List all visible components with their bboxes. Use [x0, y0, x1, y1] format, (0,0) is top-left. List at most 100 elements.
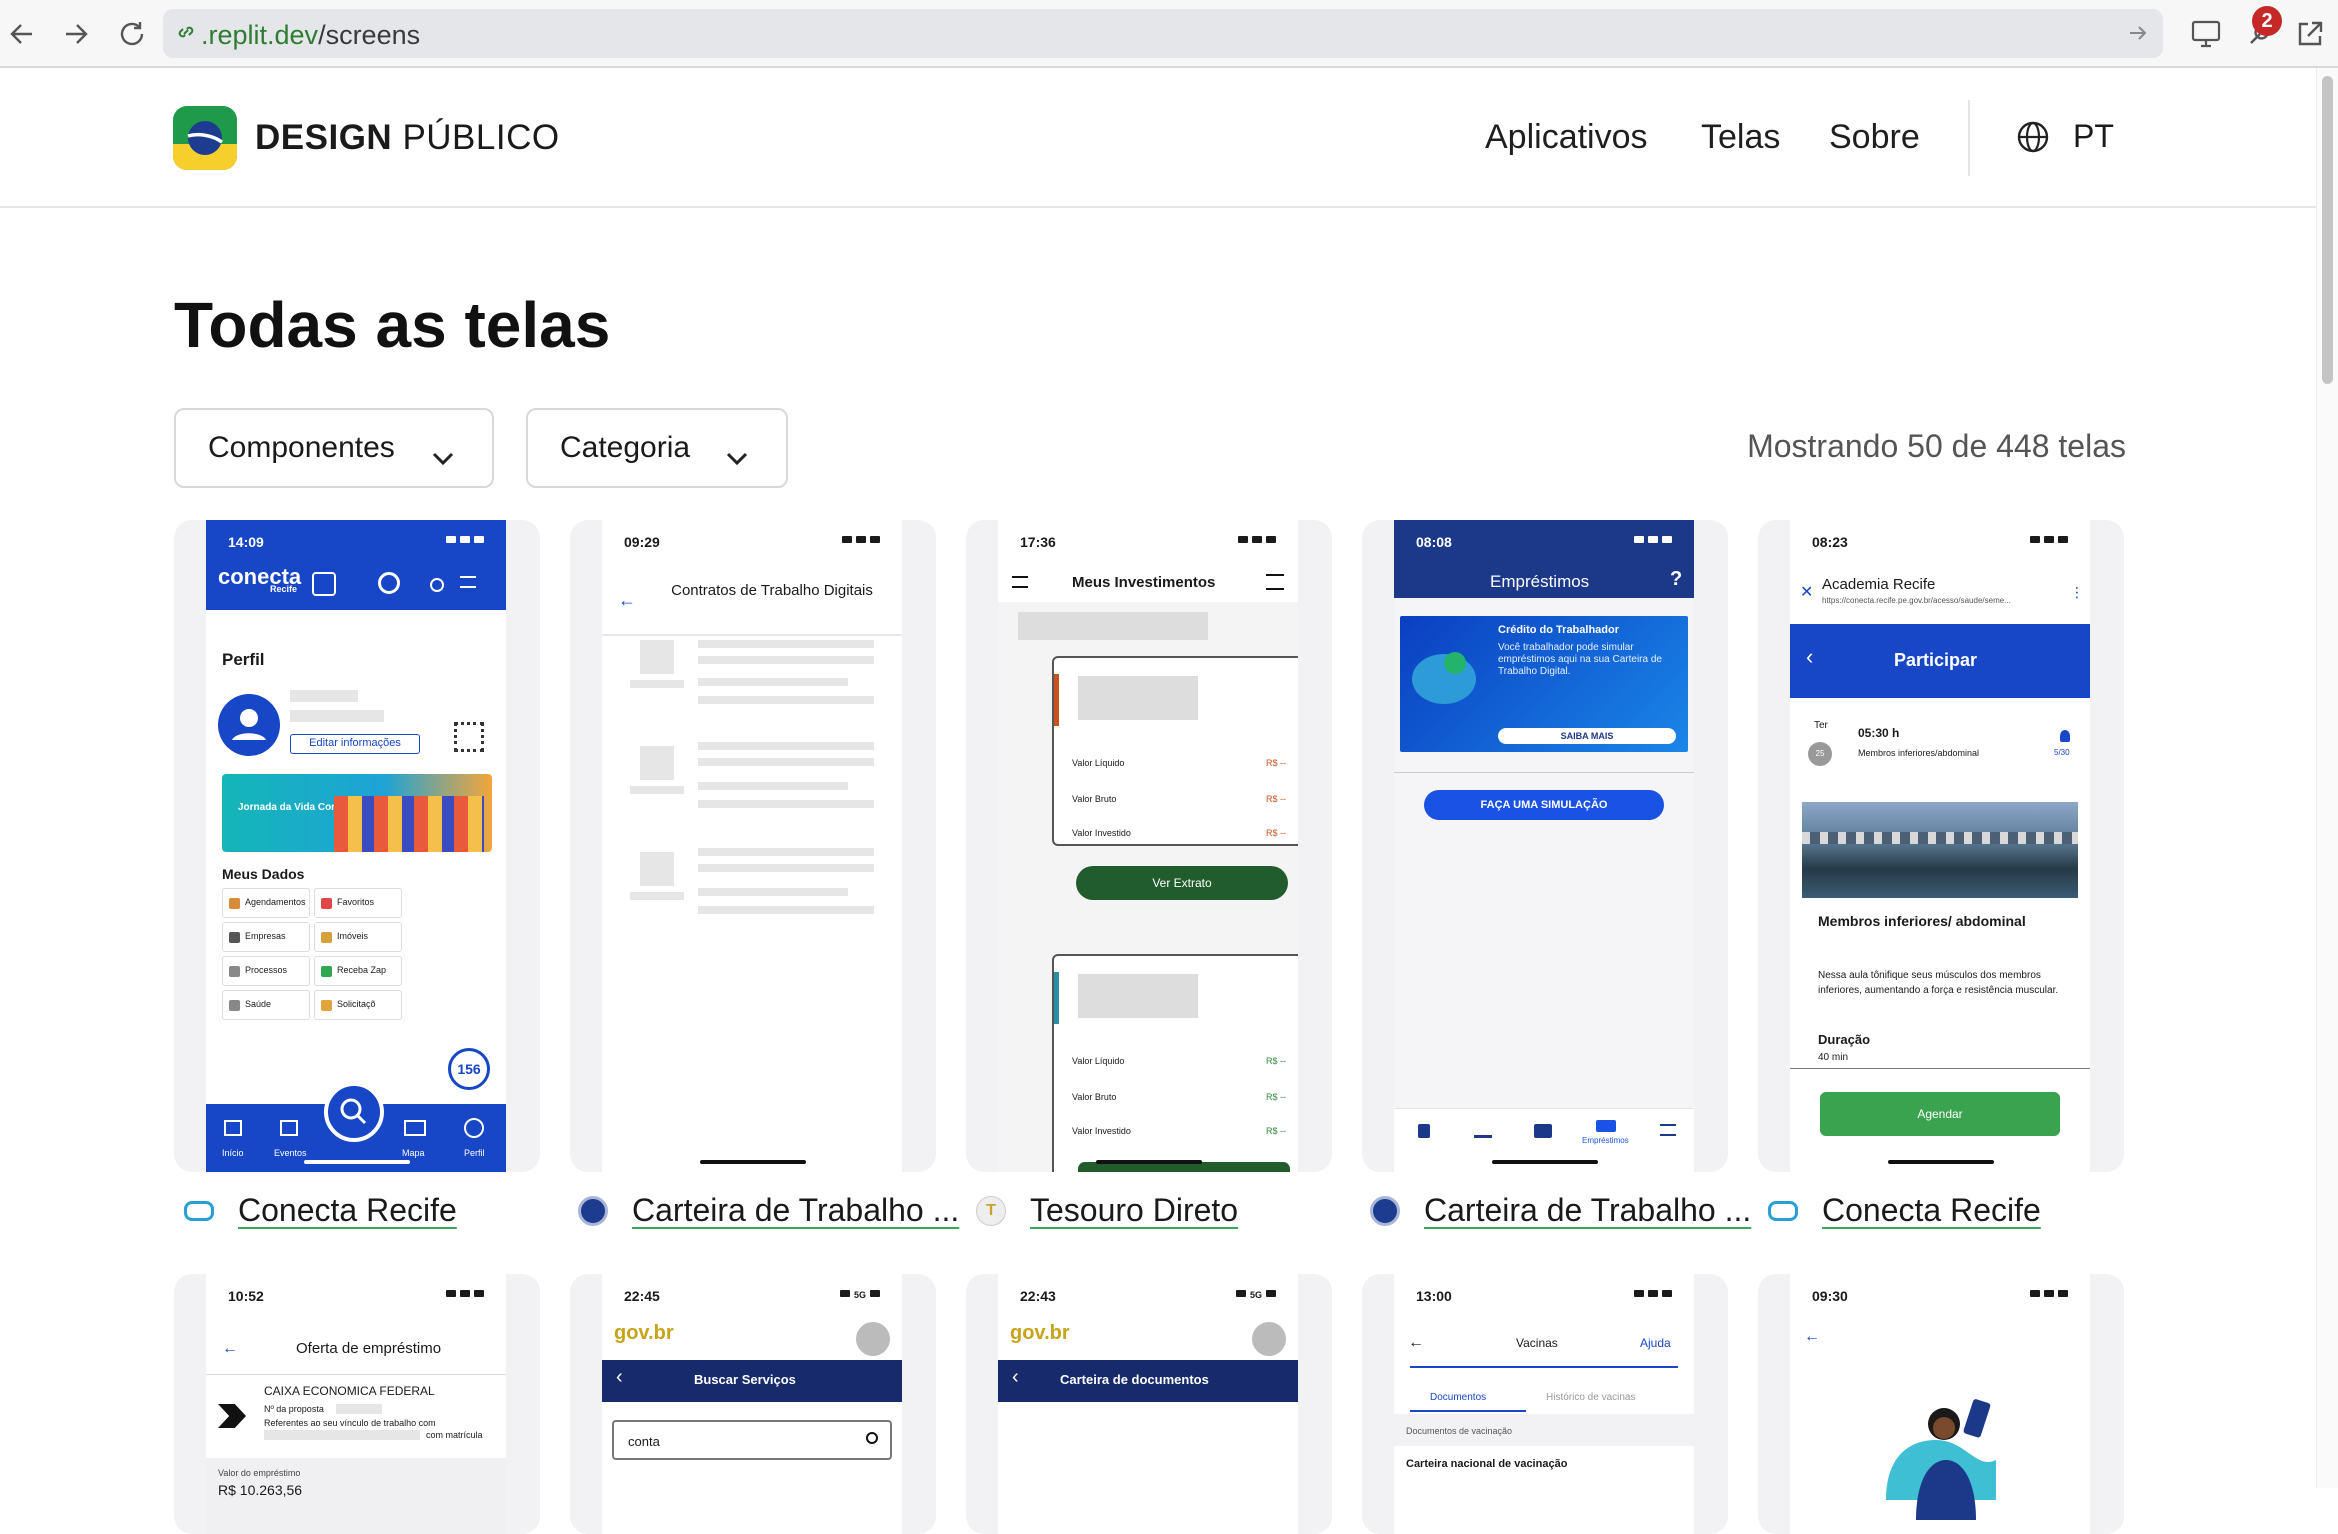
- back-arrow-icon: ‹: [616, 1366, 623, 1388]
- city-seal-icon: [312, 572, 336, 596]
- tab-emprestimos: Empréstimos: [1582, 1136, 1629, 1145]
- qr-code-icon: [454, 722, 484, 752]
- screen-title: Meus Investimentos: [1072, 574, 1216, 591]
- my-data-item-label: Saúde: [245, 999, 272, 1009]
- menu-icon: [1012, 576, 1028, 588]
- brand-name[interactable]: DESIGN PÚBLICO: [255, 118, 560, 158]
- class-description: Nessa aula tônifique seus músculos dos m…: [1818, 970, 2059, 996]
- my-data-item-label: Receba Zap: [337, 965, 387, 975]
- map-icon: [404, 1120, 426, 1136]
- app-link[interactable]: Carteira de Trabalho ...: [632, 1192, 959, 1229]
- reload-icon[interactable]: [112, 14, 152, 54]
- status-time: 09:30: [1812, 1288, 1848, 1304]
- app-link[interactable]: Conecta Recife: [1822, 1192, 2041, 1229]
- address-bar[interactable]: .replit.dev/screens: [163, 9, 2163, 58]
- app-link[interactable]: Carteira de Trabalho ...: [1424, 1192, 1751, 1229]
- back-arrow-icon: ←: [1804, 1328, 1820, 1345]
- loan-tab-icon: [1596, 1120, 1616, 1132]
- status-time: 14:09: [228, 534, 264, 550]
- screen-thumbnail: 08:08 Empréstimos ? Crédito do Trabalhad…: [1394, 520, 1694, 1172]
- my-data-item-label: Solicitaçõ: [337, 999, 376, 1009]
- tab-historico: Histórico de vacinas: [1546, 1392, 1636, 1403]
- screen-card[interactable]: 22:45 5G gov.br ‹ Buscar Serviços conta: [570, 1274, 936, 1534]
- screen-thumbnail: 22:45 5G gov.br ‹ Buscar Serviços conta: [602, 1274, 902, 1534]
- browser-title: Academia Recife: [1822, 576, 1936, 593]
- go-arrow-icon[interactable]: [2127, 22, 2149, 49]
- open-new-tab-icon[interactable]: [2290, 14, 2330, 54]
- app-link[interactable]: Tesouro Direto: [1030, 1192, 1238, 1229]
- my-data-item-icon: [321, 1000, 332, 1011]
- person-with-phone-illustration: [1876, 1390, 2006, 1520]
- screen-thumbnail: 13:00 ← Vacinas Ajuda Documentos Históri…: [1394, 1274, 1694, 1534]
- page-scrollbar[interactable]: [2316, 68, 2338, 1488]
- close-icon: ✕: [1800, 584, 1814, 601]
- briefcase-tab-icon: [1534, 1124, 1552, 1138]
- conectada-icon: [378, 572, 400, 594]
- screen-caption: Conecta Recife: [184, 1192, 457, 1229]
- globe-icon[interactable]: [2016, 120, 2050, 159]
- my-data-item: Saúde: [222, 990, 310, 1020]
- edit-info-button: Editar informações: [290, 734, 420, 754]
- my-data-item-label: Favoritos: [337, 897, 375, 907]
- my-data-item-label: Processos: [245, 965, 288, 975]
- back-icon[interactable]: [2, 14, 42, 54]
- help-link: Ajuda: [1640, 1336, 1671, 1350]
- screen-card[interactable]: 09:29 ← Contratos de Trabalho Digitais: [570, 520, 936, 1172]
- my-data-item: Solicitaçõ: [314, 990, 402, 1020]
- section-title: Perfil: [222, 650, 265, 669]
- govbr-logo: gov.br: [614, 1322, 674, 1344]
- my-data-item-icon: [229, 1000, 240, 1011]
- notification-badge: 2: [2252, 6, 2282, 36]
- device-preview-icon[interactable]: [2186, 14, 2226, 54]
- screen-title: Contratos de Trabalho Digitais: [671, 582, 873, 599]
- screen-card[interactable]: 10:52 ← Oferta de empréstimo CAIXA ECONO…: [174, 1274, 540, 1534]
- nav-telas[interactable]: Telas: [1701, 118, 1780, 157]
- componentes-filter-label: Componentes: [208, 431, 395, 464]
- back-arrow-icon: ←: [618, 590, 636, 610]
- screen-caption: Conecta Recife: [1768, 1192, 2041, 1229]
- my-data-item-icon: [321, 932, 332, 943]
- screen-title: Participar: [1894, 650, 1978, 670]
- tab-documentos: Documentos: [1430, 1392, 1487, 1403]
- categoria-filter[interactable]: Categoria: [526, 408, 788, 488]
- back-arrow-icon: ‹: [1806, 644, 1814, 669]
- screen-card[interactable]: 08:08 Empréstimos ? Crédito do Trabalhad…: [1362, 520, 1728, 1172]
- forward-icon[interactable]: [56, 14, 96, 54]
- scrollbar-thumb[interactable]: [2322, 76, 2333, 384]
- my-data-item-icon: [229, 966, 240, 977]
- status-time: 08:08: [1416, 534, 1452, 550]
- filter-icon: [1266, 574, 1284, 590]
- search-fab: [324, 1082, 384, 1142]
- status-time: 08:23: [1812, 534, 1848, 550]
- language-selector[interactable]: PT: [2073, 118, 2114, 155]
- screen-card[interactable]: 08:23 ✕ Academia Recife https://conecta.…: [1758, 520, 2124, 1172]
- tab-perfil: Perfil: [464, 1148, 485, 1158]
- tesouro-app-icon: T: [976, 1195, 1006, 1226]
- screen-card[interactable]: 09:30 ←: [1758, 1274, 2124, 1534]
- componentes-filter[interactable]: Componentes: [174, 408, 494, 488]
- gym-photo: [1802, 802, 2078, 898]
- nav-aplicativos[interactable]: Aplicativos: [1485, 118, 1648, 157]
- avatar: [218, 694, 280, 756]
- nav-sobre[interactable]: Sobre: [1829, 118, 1920, 157]
- govbr-logo: gov.br: [1010, 1322, 1070, 1344]
- chevron-down-icon: [432, 440, 454, 474]
- tab-inicio: Início: [222, 1148, 244, 1158]
- brazil-flag-logo[interactable]: [173, 106, 237, 170]
- screen-card[interactable]: 14:09 conecta Recife Perfil Editar infor…: [174, 520, 540, 1172]
- carteira-app-icon: [578, 1195, 608, 1226]
- screen-card[interactable]: 13:00 ← Vacinas Ajuda Documentos Históri…: [1362, 1274, 1728, 1534]
- status-time: 13:00: [1416, 1288, 1452, 1304]
- conecta-app-icon: [184, 1196, 214, 1226]
- back-arrow-icon: ‹: [1012, 1366, 1019, 1388]
- my-data-item: Receba Zap: [314, 956, 402, 986]
- menu-tab-icon: [1660, 1124, 1676, 1136]
- app-link[interactable]: Conecta Recife: [238, 1192, 457, 1229]
- caixa-logo: [218, 1404, 246, 1428]
- avatar: [1252, 1322, 1286, 1356]
- my-data-item: Favoritos: [314, 888, 402, 918]
- screen-card[interactable]: 22:43 5G gov.br ‹ Carteira de documentos: [966, 1274, 1332, 1534]
- my-data-item-label: Empresas: [245, 931, 286, 941]
- browser-url: https://conecta.recife.pe.gov.br/acesso/…: [1822, 596, 2011, 605]
- screen-card[interactable]: 17:36 Meus Investimentos Valor Líquido V…: [966, 520, 1332, 1172]
